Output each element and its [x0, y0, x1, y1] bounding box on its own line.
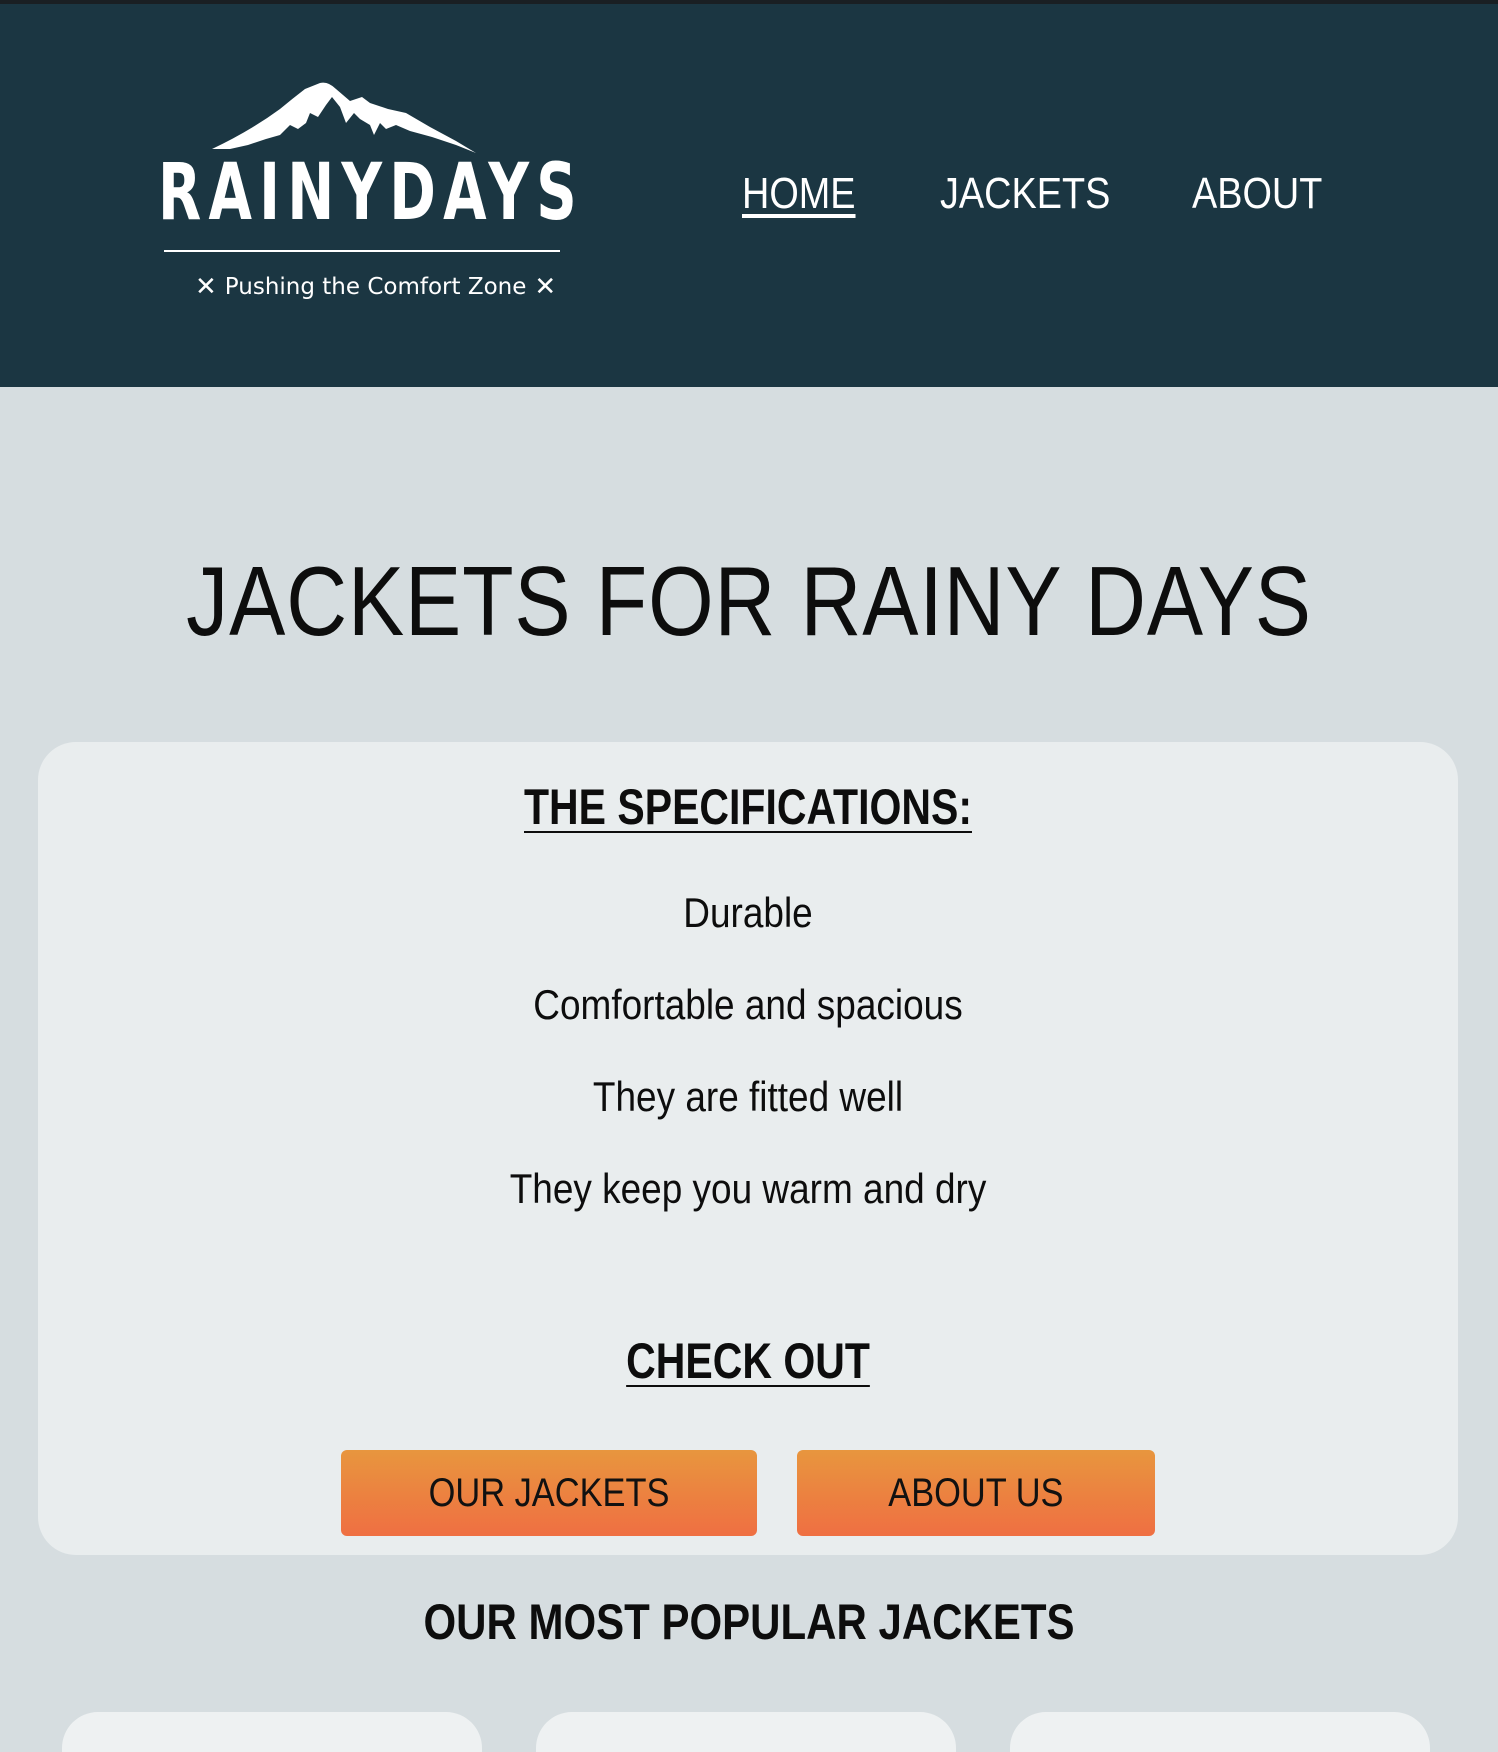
about-us-button[interactable]: ABOUT US: [797, 1450, 1155, 1536]
list-item: They are fitted well: [592, 1073, 904, 1120]
about-us-button-label: ABOUT US: [888, 1470, 1064, 1515]
checkout-heading: CHECK OUT: [626, 1333, 870, 1389]
our-jackets-button[interactable]: OUR JACKETS: [341, 1450, 757, 1536]
list-item: Comfortable and spacious: [533, 981, 963, 1028]
nav-link-jackets[interactable]: JACKETS: [940, 172, 1110, 216]
logo-tagline-text: Pushing the Comfort Zone: [224, 274, 527, 300]
logo-divider: [164, 250, 560, 252]
our-jackets-button-label: OUR JACKETS: [428, 1470, 670, 1515]
specifications-card: THE SPECIFICATIONS: Durable Comfortable …: [38, 742, 1458, 1555]
mountain-icon: [212, 82, 476, 153]
list-item: They keep you warm and dry: [509, 1165, 987, 1212]
close-icon: ✕: [534, 272, 557, 302]
logo-wordmark: RAINYDAYS: [158, 148, 584, 238]
site-logo[interactable]: RAINYDAYS ✕ Pushing the Comfort Zone ✕: [150, 79, 584, 319]
close-icon: ✕: [195, 272, 217, 302]
logo-tagline: ✕ Pushing the Comfort Zone ✕: [195, 272, 556, 302]
list-item: Durable: [683, 889, 813, 936]
product-card[interactable]: [536, 1712, 956, 1752]
popular-jackets-heading: OUR MOST POPULAR JACKETS: [423, 1594, 1075, 1650]
product-card[interactable]: [62, 1712, 482, 1752]
page-title: JACKETS FOR RAINY DAYS: [186, 546, 1312, 656]
nav-link-about[interactable]: ABOUT: [1192, 172, 1322, 216]
nav-link-home[interactable]: HOME: [742, 172, 856, 216]
product-card[interactable]: [1010, 1712, 1430, 1752]
specifications-list: Durable Comfortable and spacious They ar…: [38, 892, 1458, 1260]
site-header: RAINYDAYS ✕ Pushing the Comfort Zone ✕ H…: [0, 4, 1498, 387]
specifications-heading: THE SPECIFICATIONS:: [523, 779, 972, 835]
